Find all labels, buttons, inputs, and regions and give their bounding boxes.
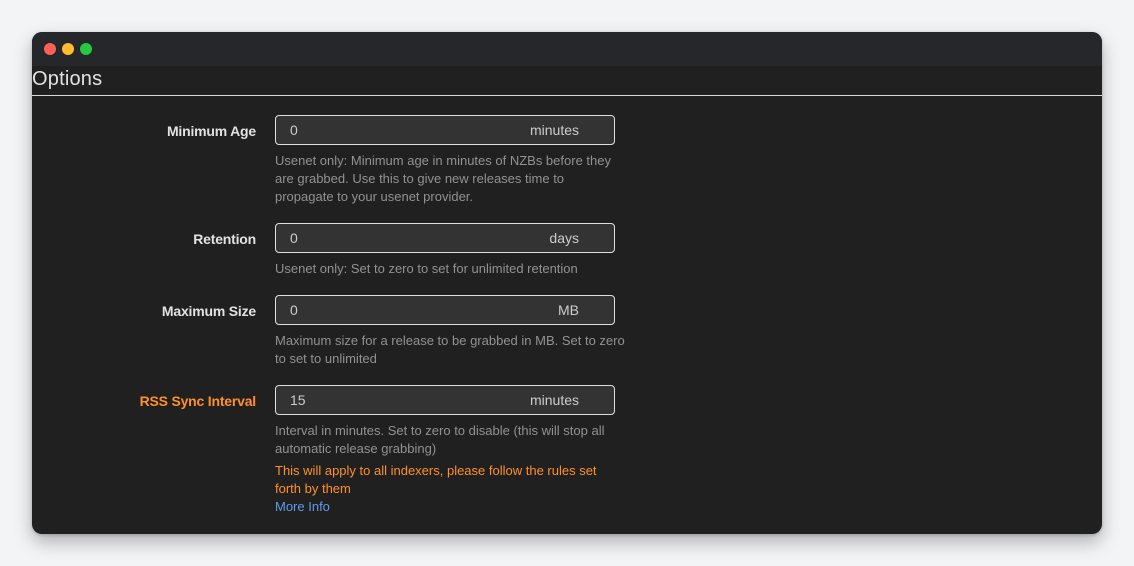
rss-sync-interval-warning: This will apply to all indexers, please … [275, 463, 597, 496]
rss-sync-interval-input[interactable] [276, 386, 530, 414]
retention-help: Usenet only: Set to zero to set for unli… [275, 261, 578, 276]
rss-sync-interval-input-group: minutes [275, 385, 615, 415]
retention-input[interactable] [276, 224, 530, 252]
retention-label: Retention [193, 231, 256, 247]
maximum-size-input[interactable] [276, 296, 530, 324]
rss-sync-interval-unit: minutes [529, 392, 579, 408]
window-titlebar [32, 32, 1102, 66]
minimum-age-input[interactable] [276, 116, 530, 144]
section-divider [32, 95, 1102, 96]
retention-unit: days [549, 230, 579, 246]
close-window-button[interactable] [44, 43, 56, 55]
rss-sync-interval-label: RSS Sync Interval [139, 393, 257, 409]
maximum-size-input-group: MB [275, 295, 615, 325]
maximum-size-label: Maximum Size [161, 303, 256, 319]
minimize-window-button[interactable] [62, 43, 74, 55]
maximum-size-help: Maximum size for a release to be grabbed… [275, 333, 625, 366]
minimum-age-label: Minimum Age [166, 123, 256, 139]
more-info-container: More Info [275, 498, 625, 516]
maximize-window-button[interactable] [80, 43, 92, 55]
maximum-size-unit: MB [558, 302, 579, 318]
minimum-age-help: Usenet only: Minimum age in minutes of N… [275, 153, 611, 204]
app-window: Options Minimum Age minutes Usenet only:… [32, 32, 1102, 534]
section-title: Options [32, 68, 103, 90]
more-info-link[interactable]: More Info [275, 499, 330, 514]
retention-input-group: days [275, 223, 615, 253]
minimum-age-unit: minutes [529, 122, 579, 138]
minimum-age-input-group: minutes [275, 115, 615, 145]
rss-sync-interval-help: Interval in minutes. Set to zero to disa… [275, 423, 605, 456]
